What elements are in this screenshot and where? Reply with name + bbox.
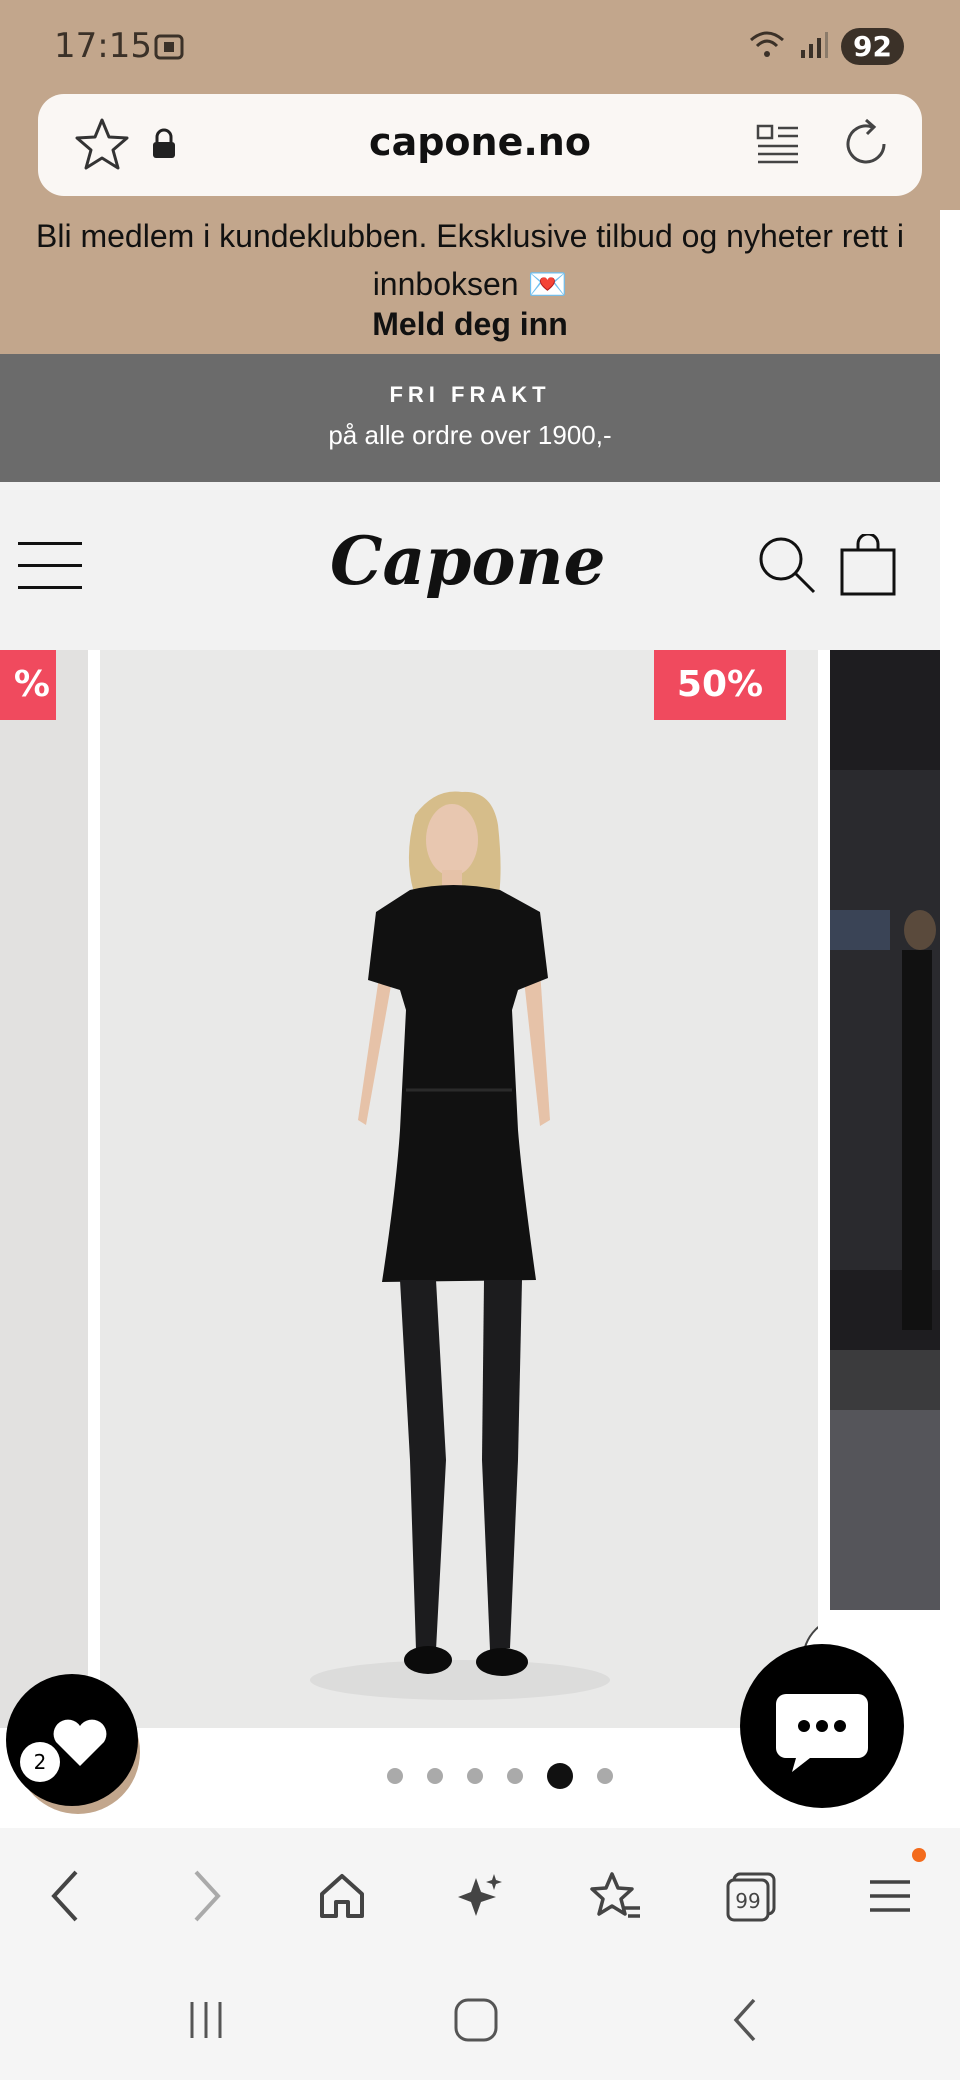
- status-bar: 17:15 92: [0, 0, 960, 92]
- screenshot-icon: [152, 30, 186, 68]
- gallery-slide-current[interactable]: [100, 650, 818, 1728]
- shipping-subtitle: på alle ordre over 1900,-: [328, 420, 612, 450]
- reader-mode-icon[interactable]: [754, 120, 802, 172]
- shipping-banner: FRI FRAKT på alle ordre over 1900,-: [0, 354, 940, 482]
- gallery-slide-previous[interactable]: %: [0, 650, 88, 1728]
- shipping-title: FRI FRAKT: [389, 382, 551, 407]
- street-photo: [830, 650, 940, 1610]
- address-bar[interactable]: capone.no: [38, 94, 922, 196]
- home-icon[interactable]: [310, 1864, 374, 1928]
- status-indicators: 92: [747, 28, 904, 65]
- status-time: 17:15: [54, 26, 152, 66]
- web-page: Bli medlem i kundeklubben. Eksklusive ti…: [0, 206, 940, 1828]
- menu-icon[interactable]: [18, 542, 82, 590]
- wishlist-circle: [6, 1674, 138, 1806]
- recents-icon[interactable]: [176, 1990, 236, 2050]
- notification-dot: [912, 1848, 926, 1862]
- browser-toolbar: 99: [0, 1828, 960, 1950]
- newsletter-banner: Bli medlem i kundeklubben. Eksklusive ti…: [0, 206, 940, 354]
- chat-icon: [776, 1694, 868, 1772]
- chat-button[interactable]: [740, 1644, 904, 1808]
- newsletter-text: Bli medlem i kundeklubben. Eksklusive ti…: [36, 218, 904, 302]
- pagination-dot-active[interactable]: [547, 1763, 573, 1789]
- discount-badge: %: [0, 650, 56, 720]
- wishlist-button[interactable]: 2: [6, 1674, 140, 1814]
- site-logo[interactable]: Capone: [330, 522, 605, 600]
- pagination-dot[interactable]: [597, 1768, 613, 1784]
- gallery-slide-next[interactable]: [830, 650, 940, 1610]
- signal-icon: [799, 30, 829, 64]
- bag-icon[interactable]: [838, 532, 898, 602]
- bookmarks-icon[interactable]: [584, 1864, 648, 1928]
- product-photo: [100, 650, 818, 1728]
- tabs-count: 99: [735, 1889, 760, 1913]
- browser-address-area: capone.no: [0, 92, 960, 206]
- site-header: Capone: [0, 482, 940, 650]
- tabs-icon[interactable]: 99: [720, 1864, 784, 1928]
- home-button-icon[interactable]: [446, 1990, 506, 2050]
- pagination-dot[interactable]: [507, 1768, 523, 1784]
- back-icon[interactable]: [34, 1864, 98, 1928]
- menu-icon[interactable]: [858, 1864, 922, 1928]
- ai-sparkle-icon[interactable]: [448, 1864, 512, 1928]
- pagination-dot[interactable]: [387, 1768, 403, 1784]
- wishlist-count: 2: [20, 1742, 60, 1782]
- back-button-icon[interactable]: [716, 1990, 776, 2050]
- heart-icon: [53, 1719, 107, 1766]
- battery-level: 92: [841, 28, 904, 65]
- pagination-dot[interactable]: [467, 1768, 483, 1784]
- scrollbar-track[interactable]: [940, 206, 960, 1828]
- pagination-dot[interactable]: [427, 1768, 443, 1784]
- discount-badge: 50%: [654, 650, 786, 720]
- system-navigation-bar: [0, 1950, 960, 2080]
- reload-icon[interactable]: [836, 114, 896, 178]
- wifi-icon: [747, 30, 787, 64]
- forward-icon[interactable]: [174, 1864, 238, 1928]
- search-icon[interactable]: [756, 534, 818, 600]
- newsletter-signup-link[interactable]: Meld deg inn: [0, 306, 940, 343]
- scrollbar-thumb[interactable]: [940, 206, 960, 210]
